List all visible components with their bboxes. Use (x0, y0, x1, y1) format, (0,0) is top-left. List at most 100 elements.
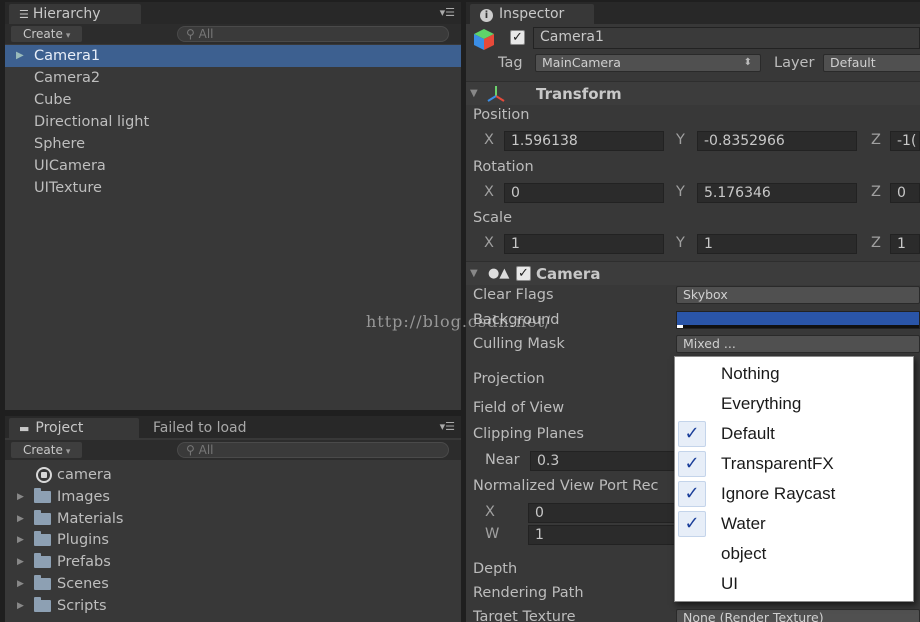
tab-failed-to-load[interactable]: Failed to load (143, 418, 273, 438)
search-icon: ⚲ (186, 27, 195, 41)
expand-arrow-icon[interactable]: ▶ (17, 486, 24, 508)
hierarchy-tabbar: ☰ Hierarchy ▾☰ (5, 2, 461, 24)
expand-arrow-icon[interactable]: ▶ (16, 45, 24, 67)
position-z-field[interactable]: -1( (890, 131, 920, 151)
project-folder-item[interactable]: ▶ Images (5, 486, 445, 508)
checkmark-icon: ✓ (678, 451, 706, 477)
hierarchy-item-label: Sphere (34, 136, 86, 152)
culling-option[interactable]: ✓ Water (675, 509, 913, 539)
hierarchy-item[interactable]: Sphere (5, 133, 461, 155)
hierarchy-item[interactable]: UICamera (5, 155, 461, 177)
object-name-field[interactable]: Camera1 (533, 27, 920, 49)
culling-option[interactable]: ✓ TransparentFX (675, 449, 913, 479)
hierarchy-item-label: UICamera (34, 158, 106, 174)
folder-icon (34, 575, 51, 590)
expand-arrow-icon[interactable]: ▶ (17, 573, 24, 595)
scale-label: Scale (473, 210, 513, 226)
hierarchy-create-button[interactable]: Create ▾ (11, 26, 83, 42)
position-y-field[interactable]: -0.8352966 (697, 131, 857, 151)
active-checkbox[interactable]: ✓ (510, 30, 525, 45)
tab-hierarchy[interactable]: ☰ Hierarchy (9, 4, 141, 24)
transform-header[interactable]: ▼ Transform (466, 81, 920, 105)
project-folder-item[interactable]: ▶ Materials (5, 508, 445, 530)
tab-project[interactable]: ▬ Project (9, 418, 139, 438)
culling-option[interactable]: UI (675, 569, 913, 599)
culling-option[interactable]: ✓ Default (675, 419, 913, 449)
scale-y-field[interactable]: 1 (697, 234, 857, 254)
scale-x-field[interactable]: 1 (504, 234, 664, 254)
position-y-label: Y (676, 132, 685, 148)
target-texture-label: Target Texture (473, 609, 576, 622)
transform-title: Transform (536, 85, 622, 103)
rendering-path-label: Rendering Path (473, 585, 584, 601)
scale-z-field[interactable]: 1 (890, 234, 920, 254)
culling-option[interactable]: Everything (675, 389, 913, 419)
camera-component-icon: ●▲ (488, 266, 510, 281)
tab-inspector-label: Inspector (499, 6, 565, 22)
viewport-rect-label: Normalized View Port Rec (473, 478, 659, 494)
expand-arrow-icon[interactable]: ▶ (17, 508, 24, 530)
project-folder-item[interactable]: ▶ Scenes (5, 573, 445, 595)
search-placeholder: All (198, 27, 214, 41)
position-x-label: X (484, 132, 494, 148)
culling-option[interactable]: Nothing (675, 359, 913, 389)
expand-arrow-icon[interactable]: ▶ (17, 529, 24, 551)
clear-flags-dropdown[interactable]: Skybox (676, 286, 920, 304)
background-color-swatch[interactable] (676, 311, 920, 329)
hierarchy-item-label: Directional light (34, 114, 150, 130)
culling-mask-dropdown[interactable]: Mixed ... (676, 335, 920, 353)
tag-dropdown[interactable]: MainCamera ⬍ (535, 54, 761, 72)
project-item-label: camera (57, 467, 112, 483)
layer-dropdown[interactable]: Default (823, 54, 920, 72)
camera-enabled-checkbox[interactable]: ✓ (516, 266, 531, 281)
position-x-field[interactable]: 1.596138 (504, 131, 664, 151)
project-folder-item[interactable]: ▶ Scripts (5, 595, 445, 617)
project-search-input[interactable]: ⚲ All (177, 442, 449, 458)
hierarchy-item-label: Cube (34, 92, 72, 108)
expand-arrow-icon[interactable]: ▶ (17, 595, 24, 617)
project-folder-item[interactable]: ▶ Plugins (5, 529, 445, 551)
tag-label: Tag (498, 55, 523, 71)
position-z-label: Z (871, 132, 881, 148)
tab-inspector[interactable]: i Inspector (470, 4, 594, 24)
list-icon: ☰ (19, 8, 29, 21)
checkmark-icon: ✓ (678, 511, 706, 537)
project-scene-item[interactable]: camera (5, 464, 445, 486)
tab-hierarchy-label: Hierarchy (32, 6, 101, 22)
project-toolbar: Create ▾ ⚲ All (5, 440, 461, 460)
camera-title: Camera (536, 265, 601, 283)
project-folder-item[interactable]: ▶ Prefabs (5, 551, 445, 573)
hierarchy-item[interactable]: ▶ Camera1 (5, 45, 461, 67)
rotation-y-label: Y (676, 184, 685, 200)
panel-menu-icon[interactable]: ▾☰ (440, 421, 455, 433)
viewport-w-field[interactable]: 1 (528, 525, 676, 545)
hierarchy-item-label: Camera1 (34, 48, 101, 64)
viewport-x-field[interactable]: 0 (528, 503, 676, 523)
alpha-bar-fill (677, 325, 683, 328)
culling-option-label: Water (721, 514, 766, 533)
rotation-z-label: Z (871, 184, 881, 200)
hierarchy-toolbar: Create ▾ ⚲ All (5, 24, 461, 44)
transform-axes-icon (486, 84, 506, 104)
culling-option-label: UI (721, 574, 738, 593)
hierarchy-search-input[interactable]: ⚲ All (177, 26, 449, 42)
near-field[interactable]: 0.3 (530, 451, 676, 471)
culling-option[interactable]: ✓ Ignore Raycast (675, 479, 913, 509)
rotation-x-field[interactable]: 0 (504, 183, 664, 203)
target-texture-field[interactable]: None (Render Texture) (676, 609, 920, 622)
expand-arrow-icon[interactable]: ▶ (17, 551, 24, 573)
rotation-y-field[interactable]: 5.176346 (697, 183, 857, 203)
hierarchy-item[interactable]: Directional light (5, 111, 461, 133)
scale-y-label: Y (676, 235, 685, 251)
scale-x-label: X (484, 235, 494, 251)
hierarchy-item[interactable]: UITexture (5, 177, 461, 199)
panel-menu-icon[interactable]: ▾☰ (440, 7, 455, 19)
rotation-z-field[interactable]: 0 (890, 183, 920, 203)
camera-header[interactable]: ▼ ●▲ ✓ Camera (466, 261, 920, 285)
culling-mask-popup: Nothing Everything ✓ Default ✓ TransparentFX ✓… (674, 356, 914, 602)
watermark-text: http://blog.csdn.net/ (366, 312, 552, 331)
culling-option[interactable]: object (675, 539, 913, 569)
hierarchy-item[interactable]: Cube (5, 89, 461, 111)
hierarchy-item[interactable]: Camera2 (5, 67, 461, 89)
project-create-button[interactable]: Create ▾ (11, 442, 83, 458)
